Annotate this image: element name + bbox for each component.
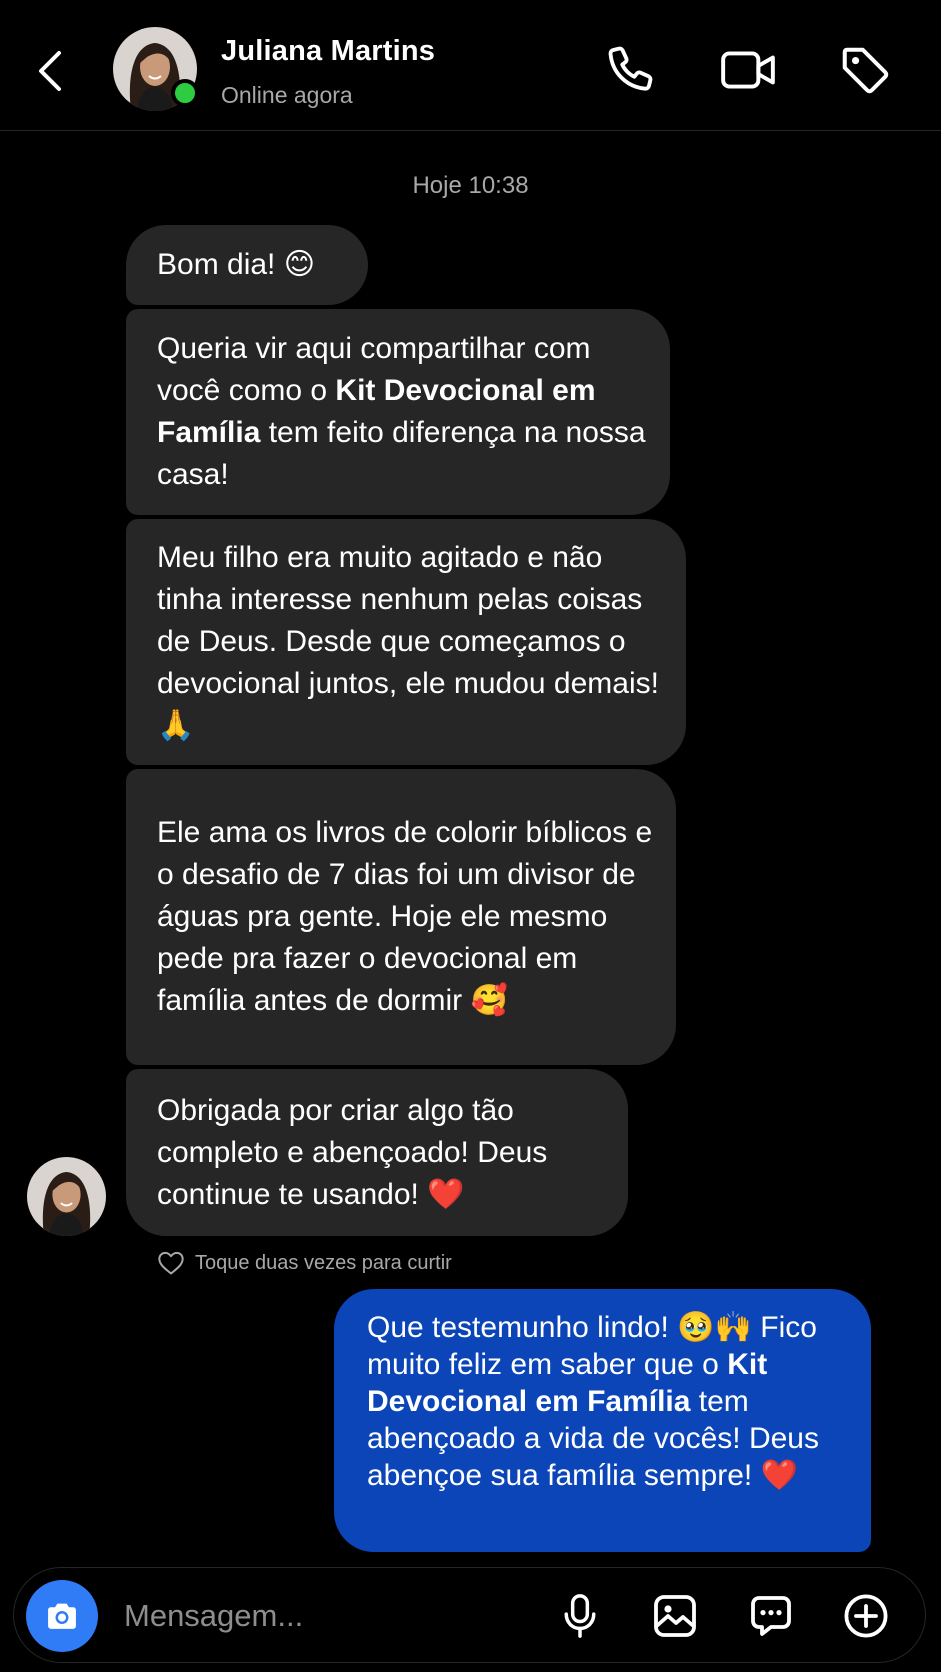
- plus-icon: [844, 1594, 888, 1638]
- camera-icon: [48, 1603, 76, 1629]
- incoming-message[interactable]: Queria vir aqui compartilhar com você co…: [126, 309, 670, 515]
- incoming-message[interactable]: Meu filho era muito agitado e não tinha …: [126, 519, 686, 765]
- incoming-message[interactable]: Obrigada por criar algo tão completo e a…: [126, 1069, 628, 1236]
- voice-call-button[interactable]: [601, 40, 661, 100]
- tag-icon: [842, 47, 889, 94]
- message-composer: [13, 1567, 926, 1663]
- thread-timestamp: Hoje 10:38: [412, 172, 529, 199]
- incoming-message[interactable]: Bom dia! 😊: [126, 225, 368, 305]
- image-icon: [654, 1595, 696, 1637]
- message-text: Ele ama os livros de colorir bíblicos e …: [157, 816, 653, 1017]
- video-call-button[interactable]: [718, 40, 778, 100]
- message-text: Que testemunho lindo! 🥹🙌 Fico muito feli…: [367, 1311, 819, 1492]
- online-indicator: [171, 79, 199, 107]
- message-text: Obrigada por criar algo tão completo e a…: [157, 1093, 548, 1211]
- video-camera-icon: [721, 51, 775, 89]
- more-options-button[interactable]: [836, 1586, 896, 1646]
- chat-header: Juliana Martins Online agora: [0, 0, 941, 131]
- like-hint-text: Toque duas vezes para curtir: [195, 1251, 452, 1274]
- sticker-button[interactable]: [741, 1586, 801, 1646]
- message-text: Meu filho era muito agitado e não tinha …: [157, 541, 659, 742]
- back-icon: [39, 51, 61, 91]
- phone-icon: [608, 46, 653, 91]
- camera-button[interactable]: [26, 1580, 98, 1652]
- sender-avatar[interactable]: [27, 1157, 106, 1236]
- tag-button[interactable]: [835, 40, 895, 100]
- sticker-icon: [751, 1596, 791, 1636]
- like-hint: Toque duas vezes para curtir: [157, 1248, 452, 1278]
- message-input[interactable]: [124, 1586, 504, 1646]
- person-photo-icon: [27, 1157, 106, 1236]
- back-button[interactable]: [30, 44, 70, 98]
- contact-status: Online agora: [221, 82, 353, 108]
- incoming-message[interactable]: Ele ama os livros de colorir bíblicos e …: [126, 769, 676, 1065]
- heart-outline-icon[interactable]: [157, 1250, 185, 1276]
- message-text: Queria vir aqui compartilhar com você co…: [157, 332, 646, 491]
- outgoing-message[interactable]: Que testemunho lindo! 🥹🙌 Fico muito feli…: [334, 1289, 871, 1552]
- gallery-button[interactable]: [645, 1586, 705, 1646]
- microphone-icon: [564, 1594, 596, 1638]
- contact-avatar-button[interactable]: [113, 27, 199, 111]
- voice-message-button[interactable]: [550, 1586, 610, 1646]
- contact-name[interactable]: Juliana Martins: [221, 35, 435, 68]
- message-text: Bom dia! 😊: [157, 248, 315, 281]
